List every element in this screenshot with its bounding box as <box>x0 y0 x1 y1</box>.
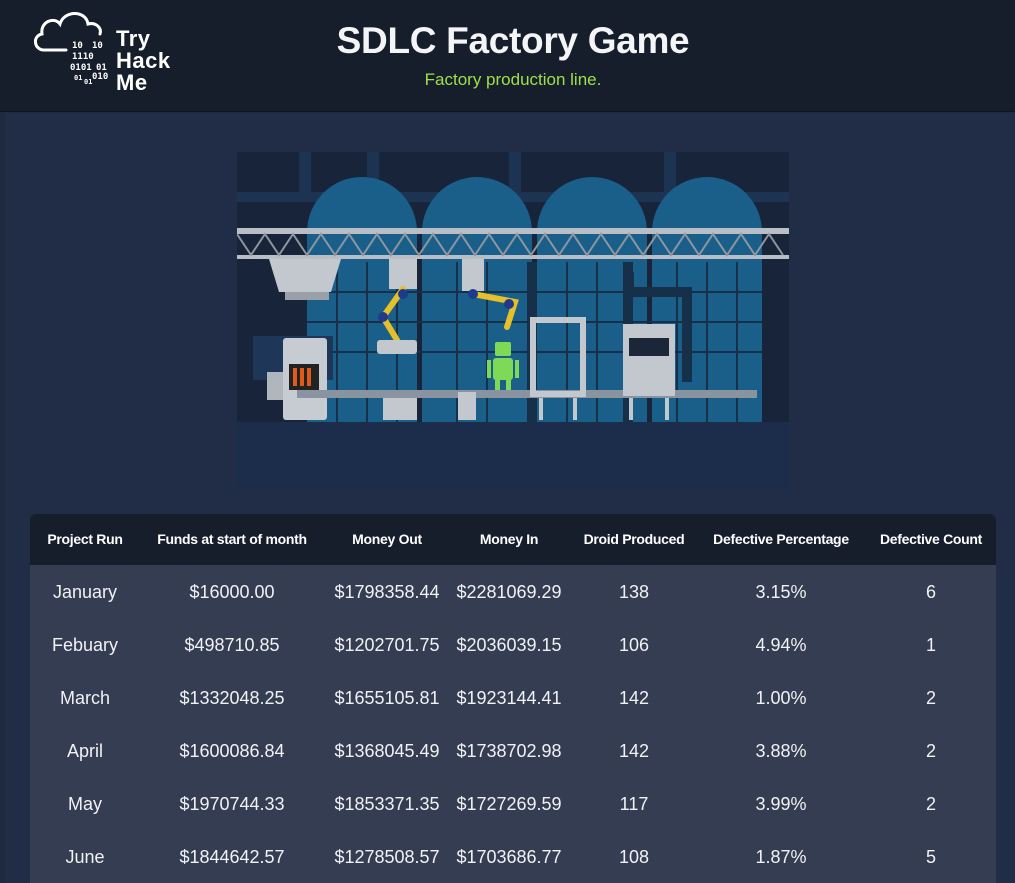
table-header: Project Run Funds at start of month Mone… <box>30 514 996 565</box>
table-row: April $1600086.84 $1368045.49 $1738702.9… <box>30 725 996 778</box>
cell-money-in: $2281069.29 <box>456 582 562 602</box>
table-row: June $1844642.57 $1278508.57 $1703686.77… <box>30 831 996 883</box>
column-header-defective-count: Defective Count <box>879 531 983 547</box>
cell-defective-percentage: 3.88% <box>755 741 807 761</box>
cell-defective-percentage: 1.00% <box>755 688 807 708</box>
cell-project-run: June <box>65 847 105 867</box>
cell-funds-start: $1332048.25 <box>179 688 285 708</box>
cell-funds-start: $498710.85 <box>184 635 280 655</box>
cell-defective-percentage: 3.99% <box>755 794 807 814</box>
cell-defective-percentage: 3.15% <box>755 582 807 602</box>
cell-funds-start: $1600086.84 <box>179 741 285 761</box>
cell-defective-count: 2 <box>925 741 936 761</box>
cell-defective-count: 2 <box>925 688 936 708</box>
table-row: January $16000.00 $1798358.44 $2281069.2… <box>30 566 996 619</box>
cell-defective-percentage: 4.94% <box>755 635 807 655</box>
cell-money-out: $1853371.35 <box>334 794 440 814</box>
cell-money-in: $2036039.15 <box>456 635 562 655</box>
column-header-project-run: Project Run <box>47 531 123 547</box>
cell-project-run: Febuary <box>51 635 119 655</box>
cell-droid-produced: 106 <box>618 635 650 655</box>
cell-money-out: $1655105.81 <box>334 688 440 708</box>
column-header-defective-percentage: Defective Percentage <box>713 531 849 547</box>
cell-droid-produced: 138 <box>618 582 650 602</box>
factory-scene-graphic <box>237 152 789 488</box>
cell-project-run: May <box>67 794 102 814</box>
table-row: May $1970744.33 $1853371.35 $1727269.59 … <box>30 778 996 831</box>
cell-funds-start: $1844642.57 <box>179 847 285 867</box>
factory-illustration <box>237 152 789 488</box>
cell-money-in: $1738702.98 <box>456 741 562 761</box>
cell-funds-start: $16000.00 <box>189 582 275 602</box>
column-header-funds-start: Funds at start of month <box>157 531 307 547</box>
cell-defective-count: 6 <box>925 582 936 602</box>
cell-funds-start: $1970744.33 <box>179 794 285 814</box>
page-subtitle: Factory production line. <box>424 70 602 89</box>
cell-defective-count: 5 <box>925 847 936 867</box>
cell-project-run: January <box>52 582 118 602</box>
table-row: Febuary $498710.85 $1202701.75 $2036039.… <box>30 619 996 672</box>
cell-defective-count: 1 <box>925 635 936 655</box>
cell-defective-count: 2 <box>925 794 936 814</box>
cell-project-run: March <box>59 688 110 708</box>
cell-money-in: $1727269.59 <box>456 794 562 814</box>
cell-defective-percentage: 1.87% <box>755 847 807 867</box>
cell-money-out: $1368045.49 <box>334 741 440 761</box>
cell-money-out: $1798358.44 <box>334 582 440 602</box>
table-row: March $1332048.25 $1655105.81 $1923144.4… <box>30 672 996 725</box>
cell-money-in: $1923144.41 <box>456 688 562 708</box>
cell-droid-produced: 142 <box>618 741 650 761</box>
page-title: SDLC Factory Game <box>336 20 690 61</box>
column-header-droid-produced: Droid Produced <box>583 531 685 547</box>
cell-droid-produced: 117 <box>619 794 649 814</box>
cell-project-run: April <box>66 741 103 761</box>
cell-money-in: $1703686.77 <box>456 847 562 867</box>
cell-money-out: $1202701.75 <box>334 635 440 655</box>
column-header-money-in: Money In <box>479 531 539 547</box>
production-table: Project Run Funds at start of month Mone… <box>30 514 996 883</box>
cell-droid-produced: 108 <box>618 847 650 867</box>
column-header-money-out: Money Out <box>352 531 422 547</box>
cell-money-out: $1278508.57 <box>334 847 440 867</box>
top-bar: 10 10 1110 0101 01 01 01 010 Try Hack Me… <box>0 0 1015 112</box>
cell-droid-produced: 142 <box>618 688 650 708</box>
